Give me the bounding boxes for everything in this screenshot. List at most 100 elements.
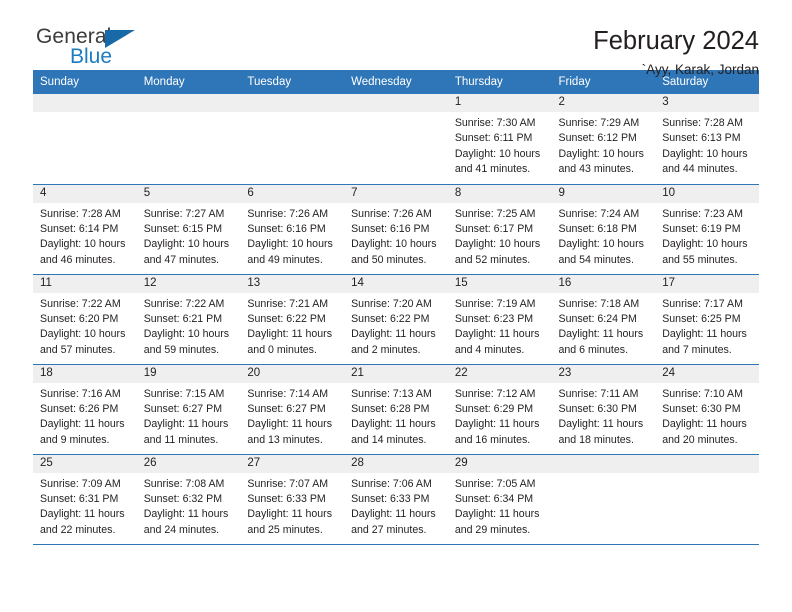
logo-primary-text: General (36, 25, 112, 48)
calendar-day-cell[interactable]: 20 Sunrise: 7:14 AM Sunset: 6:27 PM Dayligh… (240, 364, 345, 455)
calendar-day-cell[interactable]: 13 Sunrise: 7:21 AM Sunset: 6:22 PM Dayligh… (240, 274, 345, 365)
calendar-day-cell-empty (655, 454, 759, 545)
daylight-duration-line1: Daylight: 11 hours (247, 418, 333, 431)
sunrise-time: Sunrise: 7:12 AM (454, 387, 536, 400)
sunrise-time: Sunrise: 7:19 AM (454, 297, 536, 310)
sunset-time: Sunset: 6:30 PM (558, 402, 637, 415)
logo-secondary-text: Blue (70, 45, 113, 68)
day-sun-info: Sunrise: 7:15 AM Sunset: 6:27 PM Daylight:… (137, 383, 241, 449)
calendar-day-cell[interactable]: 18 Sunrise: 7:16 AM Sunset: 6:26 PM Dayligh… (33, 364, 137, 455)
day-number: 22 (447, 364, 552, 383)
day-number: 24 (655, 364, 759, 383)
daylight-duration-line1: Daylight: 11 hours (558, 418, 644, 431)
calendar-table: Sunday Monday Tuesday Wednesday Thursday Frid… (33, 70, 759, 545)
sunset-time: Sunset: 6:27 PM (143, 402, 223, 415)
calendar-week-row: 11 Sunrise: 7:22 AM Sunset: 6:20 PM Dayligh… (33, 274, 759, 365)
calendar-day-cell[interactable]: 22 Sunrise: 7:12 AM Sunset: 6:29 PM Dayligh… (447, 364, 552, 455)
calendar-day-cell[interactable]: 11 Sunrise: 7:22 AM Sunset: 6:20 PM Dayligh… (33, 274, 137, 365)
day-number: 6 (240, 184, 345, 203)
day-number: 19 (136, 364, 241, 383)
calendar-day-cell[interactable]: 23 Sunrise: 7:11 AM Sunset: 6:30 PM Dayligh… (551, 364, 656, 455)
sunset-time: Sunset: 6:24 PM (558, 312, 637, 325)
day-number: 5 (136, 184, 241, 203)
day-number: 8 (447, 184, 552, 203)
calendar-day-cell[interactable]: 2 Sunrise: 7:29 AM Sunset: 6:12 PM Daylight… (551, 94, 656, 185)
day-sun-info: Sunrise: 7:28 AM Sunset: 6:13 PM Daylight:… (655, 112, 759, 178)
sunrise-time: Sunrise: 7:11 AM (558, 387, 639, 400)
day-sun-info: Sunrise: 7:24 AM Sunset: 6:18 PM Daylight:… (552, 203, 656, 269)
day-sun-info: Sunrise: 7:11 AM Sunset: 6:30 PM Daylight:… (552, 383, 656, 449)
day-number: 18 (33, 364, 137, 383)
daylight-duration-line2: and 29 minutes. (454, 523, 531, 536)
calendar-day-cell[interactable]: 1 Sunrise: 7:30 AM Sunset: 6:11 PM Daylight… (447, 94, 552, 185)
calendar-day-cell[interactable]: 15 Sunrise: 7:19 AM Sunset: 6:23 PM Dayligh… (447, 274, 552, 365)
daylight-duration-line2: and 22 minutes. (40, 523, 116, 536)
day-number: 11 (33, 274, 137, 293)
sunset-time: Sunset: 6:22 PM (247, 312, 326, 325)
calendar-day-cell[interactable]: 8 Sunrise: 7:25 AM Sunset: 6:17 PM Daylight… (447, 184, 552, 275)
calendar-day-cell[interactable]: 26 Sunrise: 7:08 AM Sunset: 6:32 PM Dayligh… (136, 454, 241, 545)
daylight-duration-line1: Daylight: 11 hours (40, 418, 125, 431)
day-sun-info: Sunrise: 7:12 AM Sunset: 6:29 PM Daylight:… (448, 383, 552, 449)
sunset-time: Sunset: 6:16 PM (247, 222, 326, 235)
logo-triangle-icon (105, 30, 135, 48)
sunrise-time: Sunrise: 7:13 AM (351, 387, 432, 400)
sunrise-time: Sunrise: 7:16 AM (40, 387, 121, 400)
day-number: 26 (136, 454, 241, 473)
weekday-header-tuesday: Tuesday (240, 70, 345, 94)
calendar-day-cell[interactable]: 28 Sunrise: 7:06 AM Sunset: 6:33 PM Dayligh… (344, 454, 448, 545)
day-sun-info: Sunrise: 7:19 AM Sunset: 6:23 PM Daylight:… (448, 293, 552, 359)
daylight-duration-line1: Daylight: 11 hours (351, 508, 436, 521)
sunrise-time: Sunrise: 7:25 AM (454, 207, 536, 220)
day-number: 2 (551, 94, 656, 112)
calendar-day-cell[interactable]: 19 Sunrise: 7:15 AM Sunset: 6:27 PM Dayligh… (136, 364, 241, 455)
calendar-day-cell[interactable]: 24 Sunrise: 7:10 AM Sunset: 6:30 PM Dayligh… (655, 364, 759, 455)
day-number (344, 94, 448, 112)
day-sun-info: Sunrise: 7:20 AM Sunset: 6:22 PM Daylight:… (344, 293, 448, 359)
generalblue-logo[interactable]: General Blue (33, 26, 156, 67)
calendar-day-cell[interactable]: 21 Sunrise: 7:13 AM Sunset: 6:28 PM Dayligh… (344, 364, 448, 455)
sunrise-time: Sunrise: 7:28 AM (40, 207, 121, 220)
calendar-day-cell[interactable]: 3 Sunrise: 7:28 AM Sunset: 6:13 PM Daylight… (655, 94, 759, 185)
sunset-time: Sunset: 6:33 PM (247, 492, 326, 505)
sunrise-time: Sunrise: 7:30 AM (454, 117, 536, 129)
page-subtitle: `Ayy, Karak, Jordan (641, 62, 759, 78)
sunset-time: Sunset: 6:21 PM (143, 312, 223, 325)
day-number: 3 (655, 94, 759, 112)
day-sun-info: Sunrise: 7:22 AM Sunset: 6:21 PM Daylight:… (137, 293, 241, 359)
day-number: 12 (136, 274, 241, 293)
sunrise-time: Sunrise: 7:29 AM (558, 117, 640, 129)
day-number (655, 454, 759, 473)
calendar-day-cell[interactable]: 4 Sunrise: 7:28 AM Sunset: 6:14 PM Daylight… (33, 184, 137, 275)
sunrise-time: Sunrise: 7:22 AM (40, 297, 121, 310)
day-sun-info: Sunrise: 7:10 AM Sunset: 6:30 PM Daylight:… (655, 383, 759, 449)
calendar-day-cell[interactable]: 29 Sunrise: 7:05 AM Sunset: 6:34 PM Dayligh… (447, 454, 552, 545)
calendar-day-cell[interactable]: 27 Sunrise: 7:07 AM Sunset: 6:33 PM Dayligh… (240, 454, 345, 545)
calendar-day-cell[interactable]: 9 Sunrise: 7:24 AM Sunset: 6:18 PM Daylight… (551, 184, 656, 275)
sunset-time: Sunset: 6:33 PM (351, 492, 430, 505)
daylight-duration-line2: and 57 minutes. (40, 343, 116, 356)
calendar-day-cell[interactable]: 7 Sunrise: 7:26 AM Sunset: 6:16 PM Daylight… (344, 184, 448, 275)
daylight-duration-line1: Daylight: 10 hours (662, 238, 748, 251)
calendar-day-cell-empty (33, 94, 137, 185)
sunrise-time: Sunrise: 7:08 AM (143, 477, 225, 490)
calendar-day-cell[interactable]: 6 Sunrise: 7:26 AM Sunset: 6:16 PM Daylight… (240, 184, 345, 275)
calendar-day-cell[interactable]: 25 Sunrise: 7:09 AM Sunset: 6:31 PM Dayligh… (33, 454, 137, 545)
day-number: 25 (33, 454, 137, 473)
calendar-day-cell[interactable]: 16 Sunrise: 7:18 AM Sunset: 6:24 PM Dayligh… (551, 274, 656, 365)
sunset-time: Sunset: 6:34 PM (454, 492, 534, 505)
calendar-day-cell[interactable]: 17 Sunrise: 7:17 AM Sunset: 6:25 PM Dayligh… (655, 274, 759, 365)
day-number: 27 (240, 454, 345, 473)
day-number: 1 (447, 94, 552, 112)
sunrise-time: Sunrise: 7:22 AM (143, 297, 225, 310)
calendar-day-cell[interactable]: 12 Sunrise: 7:22 AM Sunset: 6:21 PM Dayligh… (136, 274, 241, 365)
sunrise-time: Sunrise: 7:23 AM (662, 207, 743, 220)
calendar-day-cell-empty (344, 94, 448, 185)
calendar-day-cell[interactable]: 10 Sunrise: 7:23 AM Sunset: 6:19 PM Dayligh… (655, 184, 759, 275)
calendar-day-cell[interactable]: 14 Sunrise: 7:20 AM Sunset: 6:22 PM Dayligh… (344, 274, 448, 365)
calendar-week-row: 1 Sunrise: 7:30 AM Sunset: 6:11 PM Daylight… (33, 94, 759, 185)
title-block: February 2024 `Ayy, Karak, Jordan (593, 26, 759, 77)
daylight-duration-line1: Daylight: 10 hours (247, 238, 333, 251)
daylight-duration-line2: and 59 minutes. (143, 343, 220, 356)
calendar-day-cell[interactable]: 5 Sunrise: 7:27 AM Sunset: 6:15 PM Daylight… (136, 184, 241, 275)
